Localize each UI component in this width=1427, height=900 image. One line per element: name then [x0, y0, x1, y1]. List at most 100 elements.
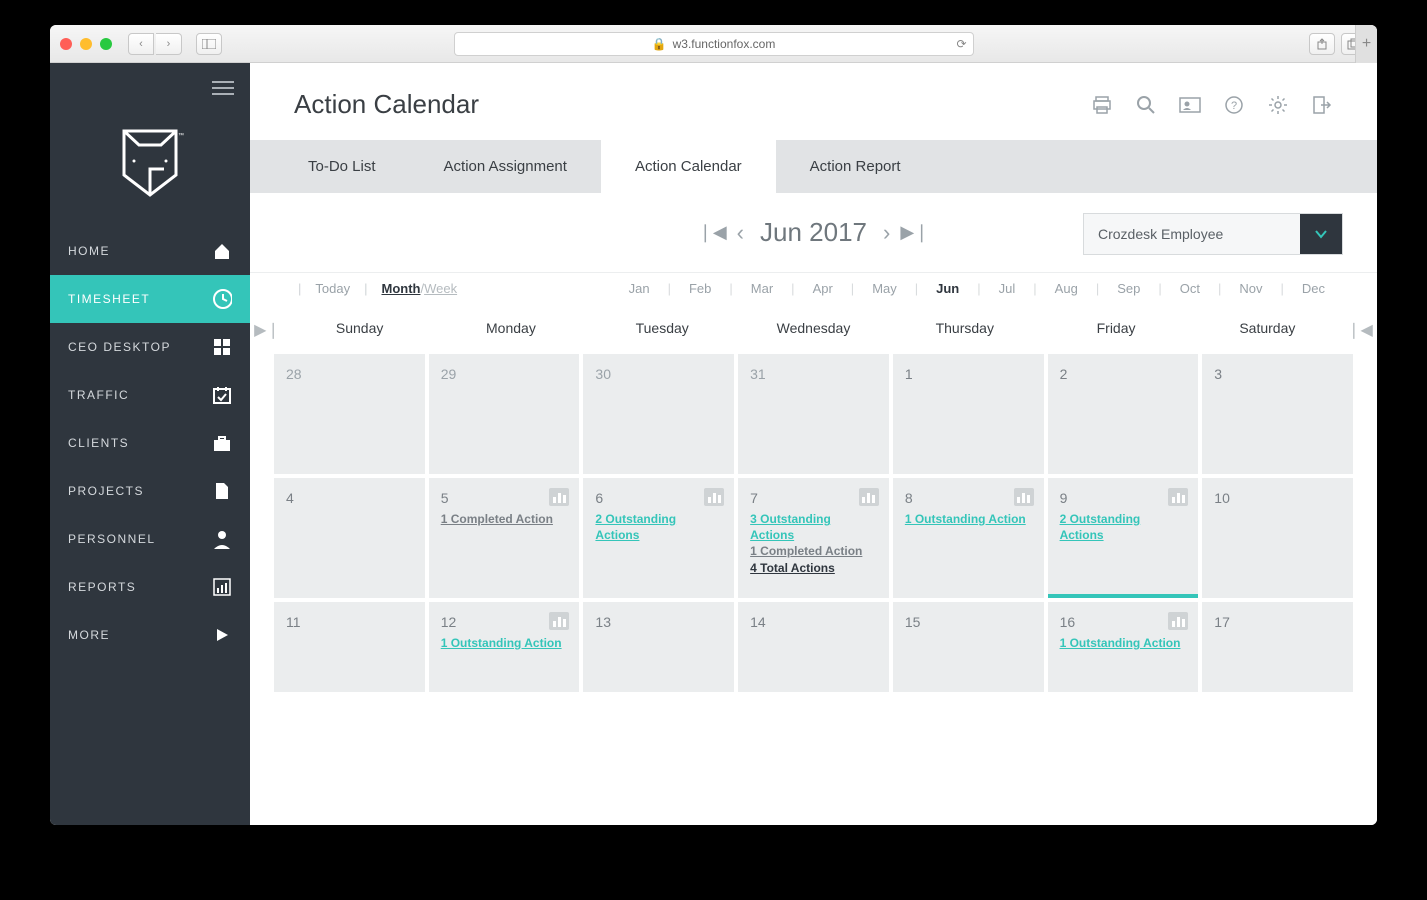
calendar-cell[interactable]: 16 1 Outstanding Action [1048, 602, 1199, 692]
bar-chart-icon[interactable] [859, 488, 879, 506]
calendar-cell[interactable]: 81 Outstanding Action [893, 478, 1044, 598]
calendar-cell[interactable]: 13 [583, 602, 734, 692]
action-link[interactable]: 2 Outstanding Actions [1060, 512, 1187, 543]
last-month-button[interactable]: ▶❘ [900, 222, 929, 243]
new-tab-button[interactable]: + [1355, 25, 1377, 63]
action-link[interactable]: 1 Outstanding Action [441, 636, 568, 652]
calendar-cell[interactable]: 30 [583, 354, 734, 474]
help-icon[interactable]: ? [1223, 94, 1245, 116]
calendar-cell[interactable]: 92 Outstanding Actions [1048, 478, 1199, 598]
contact-card-icon[interactable] [1179, 94, 1201, 116]
action-link[interactable]: 1 Outstanding Action [905, 512, 1032, 528]
calendar-cell[interactable]: 17 [1202, 602, 1353, 692]
clock-icon [212, 289, 232, 309]
action-link[interactable]: 4 Total Actions [750, 561, 877, 577]
home-icon [212, 241, 232, 261]
day-number: 3 [1214, 366, 1341, 382]
scroll-right-icon[interactable]: ❘◀ [1343, 320, 1377, 340]
month-link-jan[interactable]: Jan [611, 281, 668, 296]
month-view-link[interactable]: Month [381, 281, 420, 296]
calendar-cell[interactable]: 14 [738, 602, 889, 692]
bar-chart-icon[interactable] [704, 488, 724, 506]
month-link-mar[interactable]: Mar [733, 281, 791, 296]
calendar-cell[interactable]: 3 [1202, 354, 1353, 474]
calendar-cell[interactable]: 62 Outstanding Actions [583, 478, 734, 598]
reload-icon[interactable]: ⟳ [956, 37, 966, 51]
action-link[interactable]: 1 Completed Action [441, 512, 568, 528]
tab-to-do-list[interactable]: To-Do List [274, 140, 410, 193]
action-link[interactable]: 1 Completed Action [750, 544, 877, 560]
sidebar-item-personnel[interactable]: PERSONNEL [50, 515, 250, 563]
svg-text:™: ™ [178, 132, 184, 139]
month-link-feb[interactable]: Feb [671, 281, 729, 296]
today-link[interactable]: Today [315, 281, 350, 296]
bar-chart-icon[interactable] [1168, 612, 1188, 630]
month-link-sep[interactable]: Sep [1099, 281, 1158, 296]
minimize-window-button[interactable] [80, 38, 92, 50]
calendar-cell[interactable]: 121 Outstanding Action [429, 602, 580, 692]
sidebar-toggle-button[interactable] [196, 33, 222, 55]
sidebar-item-projects[interactable]: PROJECTS [50, 467, 250, 515]
tab-action-report[interactable]: Action Report [776, 140, 935, 193]
calendar-cell[interactable]: 31 [738, 354, 889, 474]
print-icon[interactable] [1091, 94, 1113, 116]
day-number: 7 [750, 490, 877, 506]
first-month-button[interactable]: ❘◀ [698, 222, 727, 243]
prev-month-button[interactable]: ‹ [737, 220, 744, 246]
scroll-left-icon[interactable]: ▶❘ [250, 320, 284, 340]
share-button[interactable] [1309, 33, 1335, 55]
calendar-cell[interactable]: 1 [893, 354, 1044, 474]
calendar-cell[interactable]: 28 [274, 354, 425, 474]
month-link-jul[interactable]: Jul [981, 281, 1034, 296]
url-bar[interactable]: 🔒 w3.functionfox.com ⟳ [454, 32, 974, 56]
calendar-cell[interactable]: 11 [274, 602, 425, 692]
bar-chart-icon[interactable] [549, 488, 569, 506]
maximize-window-button[interactable] [100, 38, 112, 50]
day-number: 31 [750, 366, 877, 382]
forward-button[interactable]: › [156, 33, 182, 55]
day-header: Saturday [1192, 320, 1343, 340]
tab-action-assignment[interactable]: Action Assignment [410, 140, 601, 193]
action-link[interactable]: 3 Outstanding Actions [750, 512, 877, 543]
action-link[interactable]: 2 Outstanding Actions [595, 512, 722, 543]
day-header: Sunday [284, 320, 435, 340]
day-number: 16 [1060, 614, 1187, 630]
back-button[interactable]: ‹ [128, 33, 154, 55]
calendar-cell[interactable]: 2 [1048, 354, 1199, 474]
close-window-button[interactable] [60, 38, 72, 50]
logout-icon[interactable] [1311, 94, 1333, 116]
action-link[interactable]: 1 Outstanding Action [1060, 636, 1187, 652]
day-number: 17 [1214, 614, 1341, 630]
month-link-aug[interactable]: Aug [1037, 281, 1096, 296]
calendar-cell[interactable]: 4 [274, 478, 425, 598]
settings-icon[interactable] [1267, 94, 1289, 116]
month-link-oct[interactable]: Oct [1162, 281, 1218, 296]
search-icon[interactable] [1135, 94, 1157, 116]
calendar-cell[interactable]: 10 [1202, 478, 1353, 598]
tab-action-calendar[interactable]: Action Calendar [601, 140, 776, 193]
calendar-cell[interactable]: 51 Completed Action [429, 478, 580, 598]
calendar-cell[interactable]: 7 3 Outstanding Actions1 Completed Action… [738, 478, 889, 598]
sidebar-item-traffic[interactable]: TRAFFIC [50, 371, 250, 419]
month-link-dec[interactable]: Dec [1284, 281, 1343, 296]
bar-chart-icon[interactable] [549, 612, 569, 630]
bar-chart-icon[interactable] [1014, 488, 1034, 506]
sidebar-item-home[interactable]: HOME [50, 227, 250, 275]
calendar-check-icon [212, 385, 232, 405]
sidebar-item-ceo-desktop[interactable]: CEO DESKTOP [50, 323, 250, 371]
sidebar-item-clients[interactable]: CLIENTS [50, 419, 250, 467]
bar-chart-icon[interactable] [1168, 488, 1188, 506]
hamburger-menu[interactable] [196, 63, 250, 113]
month-link-may[interactable]: May [854, 281, 915, 296]
month-link-nov[interactable]: Nov [1221, 281, 1280, 296]
calendar-cell[interactable]: 15 [893, 602, 1044, 692]
sidebar-item-timesheet[interactable]: TIMESHEET [50, 275, 250, 323]
sidebar-item-more[interactable]: MORE [50, 611, 250, 659]
calendar-cell[interactable]: 29 [429, 354, 580, 474]
month-link-jun[interactable]: Jun [918, 281, 977, 296]
month-link-apr[interactable]: Apr [795, 281, 851, 296]
week-view-link[interactable]: Week [424, 281, 457, 296]
employee-select[interactable]: Crozdesk Employee [1083, 213, 1343, 255]
sidebar-item-reports[interactable]: REPORTS [50, 563, 250, 611]
next-month-button[interactable]: › [883, 220, 890, 246]
